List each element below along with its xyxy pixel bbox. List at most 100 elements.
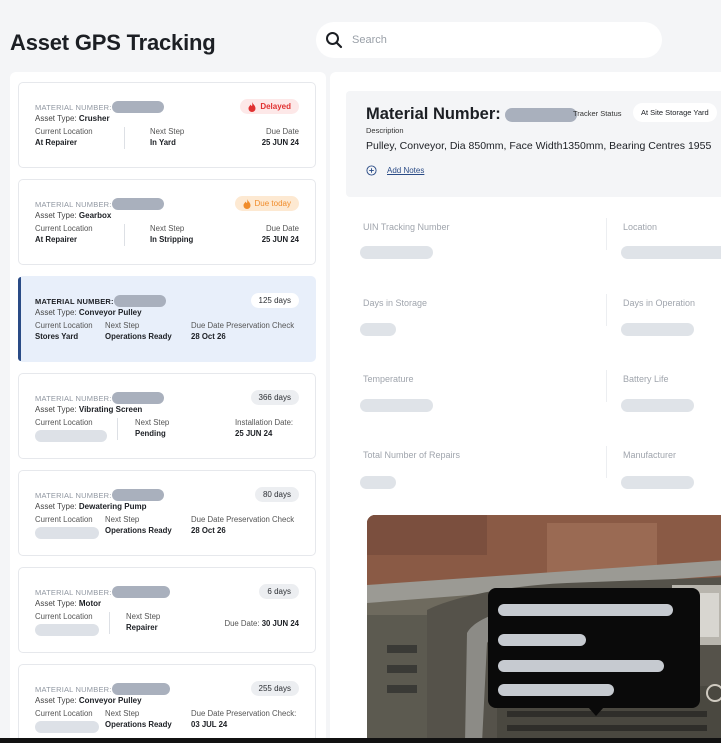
search-input[interactable] (352, 34, 632, 46)
asset-card[interactable]: MATERIAL NUMBER: Asset Type: Motor Curre… (18, 567, 316, 653)
description-label: Description (366, 126, 404, 135)
next-step: Next Step Operations Ready (105, 515, 172, 535)
add-circle-icon (366, 165, 377, 176)
search-icon (326, 32, 343, 49)
divider (606, 218, 607, 250)
detail-title: Material Number: (366, 105, 577, 124)
asset-card[interactable]: MATERIAL NUMBER: Asset Type: Vibrating S… (18, 373, 316, 459)
asset-type: Asset Type: Dewatering Pump (35, 502, 147, 511)
current-location: Current Location Stores Yard (35, 321, 93, 341)
asset-type: Asset Type: Vibrating Screen (35, 405, 143, 414)
material-number-label: MATERIAL NUMBER: (35, 102, 112, 112)
flame-icon (243, 198, 251, 209)
status-badge: Due today (234, 196, 299, 211)
days-badge: 366 days (250, 390, 299, 405)
search-bar[interactable] (316, 22, 662, 58)
divider (117, 418, 118, 440)
status-badge: Delayed (240, 99, 299, 114)
manufacturer-label: Manufacturer (623, 450, 677, 460)
tooltip-line-redacted (498, 634, 586, 646)
next-step: Next Step Operations Ready (105, 709, 172, 729)
material-number-redacted (111, 489, 164, 501)
asset-type: Asset Type: Crusher (35, 114, 110, 123)
due-date: Due Date 25 JUN 24 (261, 224, 299, 244)
location-label: Location (623, 222, 658, 232)
asset-type: Asset Type: Gearbox (35, 211, 112, 220)
add-notes-link[interactable]: Add Notes (366, 165, 424, 176)
days-in-operation-label: Days in Operation (623, 298, 696, 308)
material-number-label: MATERIAL NUMBER: (35, 684, 112, 694)
material-number-redacted (113, 295, 166, 307)
divider (124, 224, 125, 246)
material-number-redacted (111, 392, 164, 404)
temperature-label: Temperature (363, 374, 414, 384)
asset-card[interactable]: MATERIAL NUMBER: Asset Type: Conveyor Pu… (18, 664, 316, 743)
days-badge: 125 days (250, 293, 299, 308)
page-title: Asset GPS Tracking (10, 30, 216, 55)
material-number-label: MATERIAL NUMBER: (35, 199, 112, 209)
divider (109, 612, 110, 634)
location-value-redacted (621, 246, 721, 259)
asset-card-selected[interactable]: MATERIAL NUMBER: Asset Type: Conveyor Pu… (18, 276, 316, 362)
days-in-operation-redacted (621, 323, 694, 336)
tooltip-line-redacted (498, 684, 614, 696)
temperature-redacted (360, 399, 433, 412)
asset-list: MATERIAL NUMBER: Asset Type: Crusher Cur… (10, 72, 326, 743)
total-repairs-redacted (360, 476, 396, 489)
current-location: Current Location At Repairer (35, 224, 93, 244)
battery-life-redacted (621, 399, 694, 412)
description-text: Pulley, Conveyor, Dia 850mm, Face Width1… (366, 140, 712, 152)
material-number-label: MATERIAL NUMBER: (35, 393, 112, 403)
tooltip-line-redacted (498, 660, 664, 672)
days-badge: 255 days (250, 681, 299, 696)
current-location: Current Location (35, 515, 99, 541)
divider (606, 294, 607, 326)
asset-card[interactable]: MATERIAL NUMBER: Asset Type: Gearbox Cur… (18, 179, 316, 265)
location-redacted (35, 430, 107, 442)
current-location: Current Location At Repairer (35, 127, 93, 147)
battery-life-label: Battery Life (623, 374, 669, 384)
asset-type: Asset Type: Conveyor Pulley (35, 308, 142, 317)
days-badge: 80 days (254, 487, 299, 502)
location-redacted (35, 624, 99, 636)
asset-header: Material Number: Tracker Status At Site … (346, 91, 721, 197)
due-date: Due Date: 30 JUN 24 (224, 619, 299, 628)
due-date: Due Date 25 JUN 24 (261, 127, 299, 147)
days-in-storage-redacted (360, 323, 396, 336)
material-number-label: MATERIAL NUMBER: (35, 587, 112, 597)
material-number-redacted (111, 683, 170, 695)
window-bottom-edge (0, 738, 721, 743)
asset-card[interactable]: MATERIAL NUMBER: Asset Type: Crusher Cur… (18, 82, 316, 168)
material-number-redacted (504, 107, 577, 122)
due-date: Due Date Preservation Check 28 Oct 26 (191, 515, 295, 535)
uin-label: UIN Tracking Number (363, 222, 450, 232)
days-in-storage-label: Days in Storage (363, 298, 428, 308)
total-repairs-label: Total Number of Repairs (363, 450, 461, 460)
current-location: Current Location (35, 418, 107, 444)
installation-date: Installation Date: 25 JUN 24 (235, 418, 294, 438)
next-step: Next Step Repairer (126, 612, 161, 632)
divider (124, 127, 125, 149)
material-number-redacted (111, 101, 164, 113)
material-number-label: MATERIAL NUMBER: (35, 490, 112, 500)
due-date: Due Date Preservation Check 28 Oct 26 (191, 321, 295, 341)
tracker-status-label: Tracker Status (573, 109, 622, 118)
material-number-label: MATERIAL NUMBER: (35, 296, 114, 306)
due-date: Due Date Preservation Check: 03 JUL 24 (191, 709, 297, 729)
current-location: Current Location (35, 709, 99, 735)
next-step: Next Step In Stripping (150, 224, 194, 244)
asset-card[interactable]: MATERIAL NUMBER: Asset Type: Dewatering … (18, 470, 316, 556)
location-redacted (35, 721, 99, 733)
next-step: Next Step Pending (135, 418, 170, 438)
divider (606, 370, 607, 402)
uin-value-redacted (360, 246, 433, 259)
days-badge: 6 days (259, 584, 299, 599)
tracker-status-badge: At Site Storage Yard (633, 103, 717, 122)
asset-type: Asset Type: Motor (35, 599, 102, 608)
tooltip-line-redacted (498, 604, 673, 616)
material-number-redacted (111, 198, 164, 210)
divider (606, 446, 607, 478)
material-number-redacted (111, 586, 170, 598)
current-location: Current Location (35, 612, 99, 638)
asset-type: Asset Type: Conveyor Pulley (35, 696, 142, 705)
